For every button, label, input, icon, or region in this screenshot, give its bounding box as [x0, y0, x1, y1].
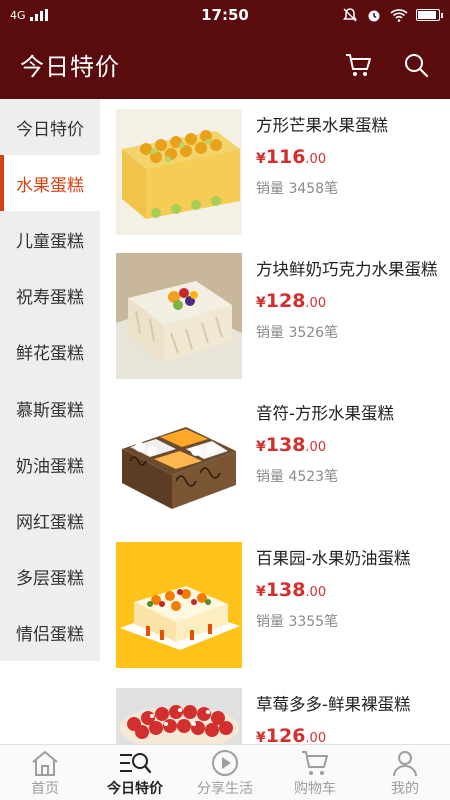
product-list[interactable]: 方形芒果水果蛋糕 ¥116.00 销量 3458笔 方块鲜奶巧克力水果蛋糕 ¥1…	[100, 99, 450, 744]
product-sales: 销量 3526笔	[256, 325, 339, 341]
mute-icon	[343, 8, 357, 22]
sidebar-item-fruit-cake[interactable]: 水果蛋糕	[0, 155, 100, 212]
sidebar-item-label: 情侣蛋糕	[16, 625, 84, 646]
product-sales: 销量 3458笔	[256, 181, 339, 197]
top-header: 4G 17:50 今日特价	[0, 0, 450, 99]
product-price: ¥126.00	[256, 725, 446, 744]
product-name: 草莓多多-鲜果裸蛋糕	[256, 695, 411, 714]
product-name: 方形芒果水果蛋糕	[256, 116, 388, 135]
network-type: 4G	[10, 8, 26, 22]
search-icon[interactable]	[402, 51, 430, 79]
sidebar-item-label: 水果蛋糕	[16, 175, 84, 196]
nav-label: 我的	[391, 780, 419, 797]
play-circle-icon	[210, 748, 240, 778]
product-image	[116, 688, 242, 744]
header-actions	[344, 51, 430, 79]
price-decimal: .00	[305, 152, 327, 167]
app-bar: 今日特价	[0, 30, 450, 99]
product-info: 方形芒果水果蛋糕 ¥116.00 销量 3458笔	[242, 109, 446, 235]
product-card[interactable]: 草莓多多-鲜果裸蛋糕 ¥126.00	[116, 688, 446, 744]
sidebar-item-tiered-cake[interactable]: 多层蛋糕	[0, 549, 100, 605]
battery-icon	[416, 9, 443, 21]
price-integer: 126	[265, 725, 306, 744]
sidebar-item-birthday-cake[interactable]: 祝寿蛋糕	[0, 268, 100, 324]
status-left: 4G	[10, 9, 48, 22]
sidebar-item-label: 儿童蛋糕	[16, 231, 84, 252]
sidebar-item-flower-cake[interactable]: 鲜花蛋糕	[0, 324, 100, 380]
price-currency: ¥	[256, 151, 266, 167]
price-integer: 116	[265, 146, 306, 168]
cart-icon[interactable]	[344, 51, 372, 79]
product-sales: 销量 3355笔	[256, 614, 339, 630]
sidebar-item-label: 网红蛋糕	[16, 512, 84, 533]
product-price: ¥128.00	[256, 290, 446, 312]
sidebar-item-mousse-cake[interactable]: 慕斯蛋糕	[0, 380, 100, 436]
product-name: 百果园-水果奶油蛋糕	[256, 549, 411, 568]
sidebar-item-label: 慕斯蛋糕	[16, 400, 84, 421]
sidebar-item-today-deals[interactable]: 今日特价	[0, 99, 100, 155]
wifi-icon	[390, 9, 408, 22]
alarm-icon	[368, 10, 380, 22]
price-decimal: .00	[305, 731, 327, 744]
nav-label: 首页	[31, 780, 59, 797]
home-icon	[30, 748, 60, 778]
deals-search-icon	[118, 748, 152, 778]
price-decimal: .00	[305, 440, 327, 455]
price-integer: 138	[265, 434, 306, 456]
sidebar-item-label: 今日特价	[16, 119, 84, 140]
nav-share-life[interactable]: 分享生活	[180, 745, 270, 800]
product-image	[116, 397, 242, 523]
nav-profile[interactable]: 我的	[360, 745, 450, 800]
product-info: 草莓多多-鲜果裸蛋糕 ¥126.00	[242, 688, 446, 744]
sidebar-item-couple-cake[interactable]: 情侣蛋糕	[0, 605, 100, 661]
product-image	[116, 253, 242, 379]
product-price: ¥138.00	[256, 579, 446, 601]
cart-icon	[300, 748, 330, 778]
sidebar-item-kids-cake[interactable]: 儿童蛋糕	[0, 211, 100, 267]
product-image	[116, 542, 242, 668]
status-time: 17:50	[201, 6, 249, 24]
category-sidebar: 今日特价 水果蛋糕 儿童蛋糕 祝寿蛋糕 鲜花蛋糕 慕斯蛋糕 奶油蛋糕 网红蛋糕 …	[0, 99, 100, 661]
sidebar-item-label: 奶油蛋糕	[16, 456, 84, 477]
price-currency: ¥	[256, 439, 266, 455]
product-price: ¥116.00	[256, 146, 446, 168]
nav-today-deals[interactable]: 今日特价	[90, 745, 180, 800]
product-card[interactable]: 方形芒果水果蛋糕 ¥116.00 销量 3458笔	[116, 109, 446, 235]
sidebar-item-label: 多层蛋糕	[16, 569, 84, 590]
page-title: 今日特价	[20, 53, 120, 81]
price-currency: ¥	[256, 295, 266, 311]
nav-label: 购物车	[294, 780, 336, 797]
product-card[interactable]: 音符-方形水果蛋糕 ¥138.00 销量 4523笔	[116, 397, 446, 523]
price-decimal: .00	[305, 585, 327, 600]
product-info: 方块鲜奶巧克力水果蛋糕 ¥128.00 销量 3526笔	[242, 253, 446, 379]
sidebar-item-label: 祝寿蛋糕	[16, 288, 84, 309]
price-decimal: .00	[305, 296, 327, 311]
nav-label: 分享生活	[197, 780, 253, 797]
price-integer: 128	[265, 290, 306, 312]
status-bar: 4G 17:50	[0, 0, 450, 30]
nav-home[interactable]: 首页	[0, 745, 90, 800]
sidebar-item-label: 鲜花蛋糕	[16, 344, 84, 365]
nav-label: 今日特价	[107, 780, 163, 797]
product-image	[116, 109, 242, 235]
bottom-nav: 首页 今日特价 分享生活 购物车 我的	[0, 744, 450, 800]
status-right	[342, 7, 443, 23]
product-info: 百果园-水果奶油蛋糕 ¥138.00 销量 3355笔	[242, 542, 446, 668]
product-info: 音符-方形水果蛋糕 ¥138.00 销量 4523笔	[242, 397, 446, 523]
product-name: 方块鲜奶巧克力水果蛋糕	[256, 260, 438, 279]
price-currency: ¥	[256, 584, 266, 600]
product-card[interactable]: 方块鲜奶巧克力水果蛋糕 ¥128.00 销量 3526笔	[116, 253, 446, 379]
price-currency: ¥	[256, 730, 266, 744]
sidebar-item-trendy-cake[interactable]: 网红蛋糕	[0, 492, 100, 548]
nav-cart[interactable]: 购物车	[270, 745, 360, 800]
signal-icon	[29, 9, 48, 21]
price-integer: 138	[265, 579, 306, 601]
product-name: 音符-方形水果蛋糕	[256, 404, 394, 423]
product-card[interactable]: 百果园-水果奶油蛋糕 ¥138.00 销量 3355笔	[116, 542, 446, 668]
product-price: ¥138.00	[256, 434, 446, 456]
product-sales: 销量 4523笔	[256, 469, 339, 485]
user-icon	[390, 748, 420, 778]
sidebar-item-cream-cake[interactable]: 奶油蛋糕	[0, 436, 100, 492]
